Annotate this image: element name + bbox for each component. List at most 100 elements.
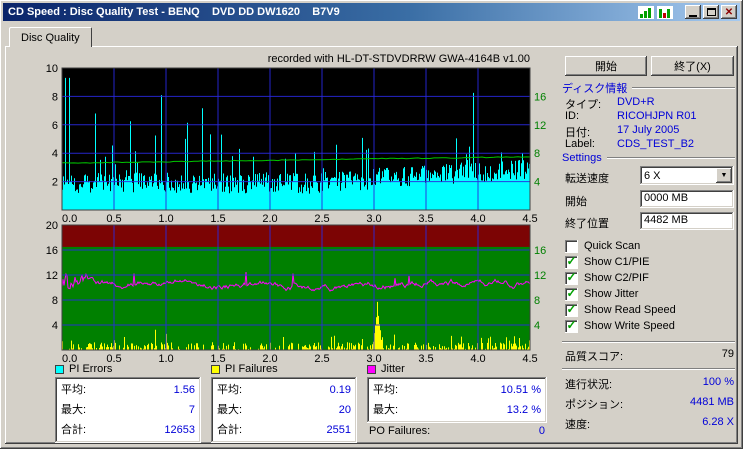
svg-text:0.5: 0.5 bbox=[106, 213, 121, 225]
svg-text:4: 4 bbox=[534, 320, 540, 332]
checkbox-show-read-speed[interactable]: ✓ Show Read Speed bbox=[565, 303, 676, 317]
pi-errors-swatch bbox=[55, 364, 64, 374]
svg-text:12: 12 bbox=[534, 120, 546, 132]
header-rule bbox=[632, 87, 735, 89]
jitter-legend: Jitter 平均: 10.51 % 最大: 13.2 % PO Failures:… bbox=[367, 363, 547, 439]
svg-text:6: 6 bbox=[52, 120, 58, 132]
po-failures-row: PO Failures: 0 bbox=[369, 425, 545, 437]
check-icon: ✓ bbox=[566, 302, 577, 316]
exit-button[interactable]: 終了(X) bbox=[651, 56, 734, 76]
quality-charts: 10 8 6 4 2 16 12 8 4 0.0 0.5 1.0 1.5 2.0 2.5 3.0 3.5 4.0 4… bbox=[46, 63, 547, 365]
titlebar[interactable]: CD Speed : Disc Quality Test - BENQ DVD … bbox=[3, 3, 740, 21]
stat-row: 平均: 0.19 bbox=[217, 384, 351, 396]
svg-text:2.0: 2.0 bbox=[262, 213, 277, 225]
separator bbox=[562, 341, 735, 343]
tab-disc-quality[interactable]: Disc Quality bbox=[9, 27, 92, 47]
check-icon: ✓ bbox=[566, 270, 577, 284]
svg-text:1.0: 1.0 bbox=[158, 213, 173, 225]
separator bbox=[562, 368, 735, 370]
speed-label: 転送速度 bbox=[565, 173, 609, 185]
close-icon: ✕ bbox=[724, 6, 734, 18]
jitter-stats-box: 平均: 10.51 % 最大: 13.2 % bbox=[367, 377, 547, 423]
speed-select[interactable]: 6 X ▼ bbox=[640, 166, 734, 185]
checkbox-box[interactable]: ✓ bbox=[565, 286, 578, 301]
disc-label-row: Label: CDS_TEST_B2 bbox=[565, 138, 695, 150]
progress-row: 進行状況: 100 % bbox=[565, 376, 734, 391]
checkbox-quick-scan[interactable]: Quick Scan bbox=[565, 239, 640, 253]
graph-icon[interactable] bbox=[638, 5, 654, 19]
check-icon: ✓ bbox=[566, 286, 577, 300]
pi-errors-title: PI Errors bbox=[69, 363, 113, 375]
svg-text:2.5: 2.5 bbox=[314, 213, 329, 225]
pi-failures-stats-box: 平均: 0.19 最大: 20 合計: 2551 bbox=[211, 377, 357, 443]
progress-value: 100 % bbox=[702, 376, 734, 388]
speed-select-value: 6 X bbox=[644, 169, 661, 182]
svg-text:2: 2 bbox=[52, 177, 58, 189]
svg-text:8: 8 bbox=[52, 91, 58, 103]
minimize-button[interactable] bbox=[685, 5, 701, 19]
disc-info-header: ディスク情報 bbox=[562, 80, 735, 96]
bar-glyph bbox=[644, 10, 647, 18]
svg-text:8: 8 bbox=[52, 295, 58, 307]
end-position-field[interactable]: 4482 MB bbox=[640, 212, 734, 230]
pi-failures-title: PI Failures bbox=[225, 363, 278, 375]
start-test-button[interactable]: 開始 bbox=[565, 56, 647, 76]
checkbox-show-write-speed[interactable]: ✓ Show Write Speed bbox=[565, 319, 675, 333]
stat-row: 最大: 7 bbox=[61, 404, 195, 416]
start-position-field[interactable]: 0000 MB bbox=[640, 190, 734, 208]
svg-text:16: 16 bbox=[534, 245, 546, 257]
bar-glyph bbox=[663, 12, 666, 18]
bar-glyph bbox=[667, 8, 670, 18]
app-window: CD Speed : Disc Quality Test - BENQ DVD … bbox=[0, 0, 743, 449]
maximize-icon bbox=[706, 8, 716, 16]
svg-text:8: 8 bbox=[534, 295, 540, 307]
checkbox-box[interactable]: ✓ bbox=[565, 254, 578, 269]
speed-value: 6.28 X bbox=[702, 416, 734, 428]
svg-text:4.5: 4.5 bbox=[522, 213, 537, 225]
quality-graph-icon[interactable] bbox=[657, 5, 673, 19]
jitter-swatch bbox=[367, 364, 376, 374]
svg-text:12: 12 bbox=[46, 270, 58, 282]
stat-row: 最大: 13.2 % bbox=[373, 404, 541, 416]
checkbox-box[interactable]: ✓ bbox=[565, 318, 578, 333]
maximize-button[interactable] bbox=[703, 5, 719, 19]
pi-errors-stats-box: 平均: 1.56 最大: 7 合計: 12653 bbox=[55, 377, 201, 443]
svg-text:16: 16 bbox=[534, 91, 546, 103]
quality-score-row: 品質スコア: 79 bbox=[565, 348, 734, 363]
pi-errors-legend: PI Errors 平均: 1.56 最大: 7 合計: 12653 bbox=[55, 363, 201, 443]
checkbox-show-jitter[interactable]: ✓ Show Jitter bbox=[565, 287, 638, 301]
start-position-label: 開始 bbox=[565, 196, 587, 208]
svg-text:1.5: 1.5 bbox=[210, 213, 225, 225]
checkbox-box[interactable] bbox=[565, 239, 578, 253]
svg-text:3.0: 3.0 bbox=[366, 213, 381, 225]
checkbox-box[interactable]: ✓ bbox=[565, 270, 578, 285]
stat-row: 合計: 12653 bbox=[61, 424, 195, 436]
checkbox-show-c1-pie[interactable]: ✓ Show C1/PIE bbox=[565, 255, 649, 269]
checkbox-show-c2-pif[interactable]: ✓ Show C2/PIF bbox=[565, 271, 649, 285]
chevron-down-icon[interactable]: ▼ bbox=[716, 168, 732, 183]
quality-score-value: 79 bbox=[721, 348, 734, 360]
bar-glyph bbox=[648, 7, 651, 18]
svg-text:4: 4 bbox=[534, 177, 540, 189]
stat-row: 最大: 20 bbox=[217, 404, 351, 416]
window-title: CD Speed : Disc Quality Test - BENQ DVD … bbox=[8, 6, 340, 18]
close-button[interactable]: ✕ bbox=[721, 5, 737, 19]
svg-text:3.5: 3.5 bbox=[418, 213, 433, 225]
jitter-title: Jitter bbox=[381, 363, 405, 375]
svg-text:12: 12 bbox=[534, 270, 546, 282]
check-icon: ✓ bbox=[566, 318, 577, 332]
check-icon: ✓ bbox=[566, 254, 577, 268]
settings-header: Settings bbox=[562, 152, 735, 164]
minimize-icon bbox=[689, 15, 697, 17]
svg-text:4: 4 bbox=[52, 148, 58, 160]
svg-text:16: 16 bbox=[46, 245, 58, 257]
svg-text:0.0: 0.0 bbox=[62, 213, 77, 225]
position-row: ポジション: 4481 MB bbox=[565, 396, 734, 411]
stat-row: 合計: 2551 bbox=[217, 424, 351, 436]
disc-id-row: ID: RICOHJPN R01 bbox=[565, 110, 697, 122]
header-rule bbox=[606, 157, 735, 159]
speed-row: 速度: 6.28 X bbox=[565, 416, 734, 431]
position-value: 4481 MB bbox=[689, 396, 734, 408]
checkbox-box[interactable]: ✓ bbox=[565, 302, 578, 317]
bar-glyph bbox=[640, 13, 643, 18]
